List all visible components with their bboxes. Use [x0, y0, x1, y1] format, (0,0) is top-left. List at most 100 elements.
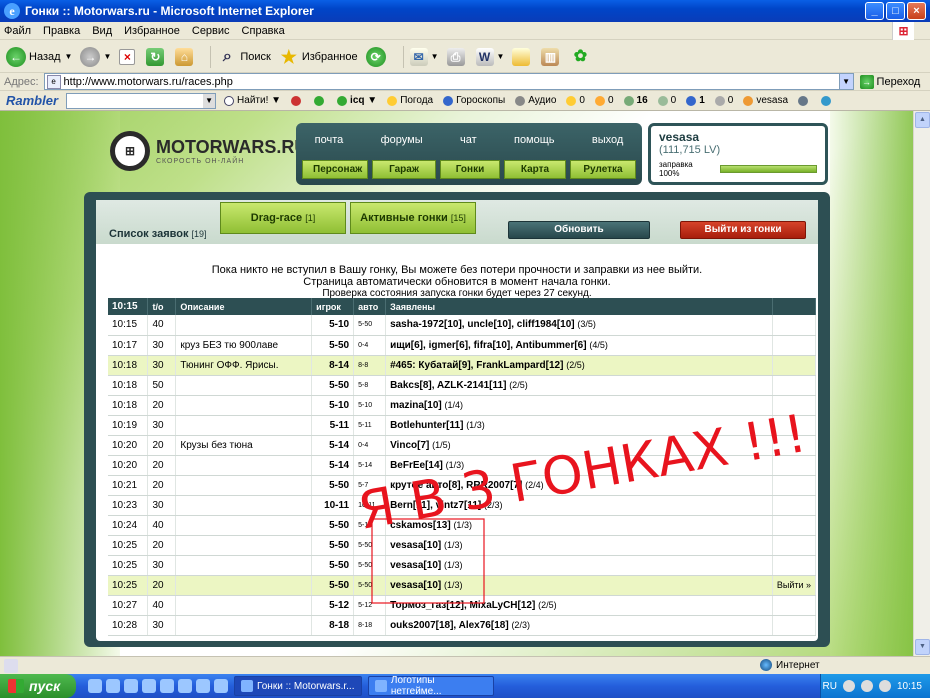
quick-app-icon[interactable]: [160, 679, 174, 693]
row-players[interactable]: BeFrEe[14] (1/3): [385, 455, 773, 476]
row-players[interactable]: ouks2007[18], Alex76[18] (2/3): [385, 615, 773, 636]
history-button[interactable]: ⟳: [365, 46, 389, 67]
scroll-down-icon[interactable]: ▼: [915, 639, 930, 655]
row-players[interactable]: Bakcs[8], AZLK-2141[11] (2/5): [385, 375, 773, 396]
player-list[interactable]: Botlehunter[11]: [390, 420, 463, 431]
refresh-button[interactable]: Обновить: [508, 221, 650, 239]
edit-dropdown-icon[interactable]: ▼: [497, 52, 505, 61]
discuss-button[interactable]: [512, 47, 533, 66]
quick-media-icon[interactable]: [106, 679, 120, 693]
rambler-logo[interactable]: Rambler: [6, 93, 58, 108]
player-list[interactable]: cskamos[13]: [390, 520, 451, 531]
player-list[interactable]: Bern[11], vintz7[11]: [390, 500, 481, 511]
row-players[interactable]: vesasa[10] (1/3): [385, 575, 773, 596]
row-action[interactable]: Выйти »: [772, 575, 817, 596]
menu-edit[interactable]: Правка: [43, 25, 80, 37]
language-indicator[interactable]: RU: [823, 681, 837, 692]
refresh-browser-button[interactable]: ↻: [146, 47, 167, 66]
nav-character[interactable]: Персонаж: [302, 160, 368, 179]
nav-roulette[interactable]: Рулетка: [570, 160, 636, 179]
player-list[interactable]: Vinco[7]: [390, 440, 429, 451]
horoscope-button[interactable]: Гороскопы: [443, 95, 505, 106]
address-dropdown-icon[interactable]: ▼: [838, 74, 853, 89]
quick-app-icon[interactable]: [178, 679, 192, 693]
home-button[interactable]: ⌂: [175, 47, 196, 66]
vertical-scrollbar[interactable]: ▲ ▼: [913, 111, 930, 656]
player-list[interactable]: vesasa[10]: [390, 580, 441, 591]
tray-icon[interactable]: [878, 680, 891, 692]
forward-dropdown-icon[interactable]: ▼: [103, 52, 111, 61]
player-list[interactable]: Bakcs[8], AZLK-2141[11]: [390, 380, 506, 391]
player-list[interactable]: ищи[6], igmer[6], fifra[10], Antibummer[…: [390, 340, 587, 351]
player-list[interactable]: vesasa[10]: [390, 560, 441, 571]
row-players[interactable]: ищи[6], igmer[6], fifra[10], Antibummer[…: [385, 335, 773, 356]
row-players[interactable]: sasha-1972[10], uncle[10], cliff1984[10]…: [385, 315, 773, 336]
tray-icon[interactable]: [860, 680, 873, 692]
nav-races[interactable]: Гонки: [440, 160, 500, 179]
quick-app-icon[interactable]: [142, 679, 156, 693]
search-button[interactable]: ⌕ Поиск: [217, 47, 271, 67]
player-list[interactable]: Тормоз_газ[12], MixaLyCH[12]: [390, 600, 535, 611]
tab-drag-race[interactable]: Drag-race [1]: [220, 202, 346, 234]
nav-forums[interactable]: форумы: [381, 134, 423, 146]
quick-app-icon[interactable]: [214, 679, 228, 693]
nav-chat[interactable]: чат: [460, 134, 477, 146]
nav-garage[interactable]: Гараж: [372, 160, 436, 179]
row-players[interactable]: mazina[10] (1/4): [385, 395, 773, 416]
player-list[interactable]: sasha-1972[10], uncle[10], cliff1984[10]: [390, 319, 575, 330]
row-players[interactable]: vesasa[10] (1/3): [385, 535, 773, 556]
scroll-up-icon[interactable]: ▲: [915, 112, 930, 128]
close-button[interactable]: ×: [907, 2, 926, 20]
stop-button[interactable]: ×: [119, 48, 138, 65]
row-players[interactable]: Тормоз_газ[12], MixaLyCH[12] (2/5): [385, 595, 773, 616]
tab-applications[interactable]: Список заявок [19]: [109, 228, 207, 240]
start-button[interactable]: пуск: [0, 674, 76, 698]
print-button[interactable]: ⎙: [446, 47, 468, 66]
player-list[interactable]: vesasa[10]: [390, 540, 441, 551]
player-list[interactable]: ouks2007[18], Alex76[18]: [390, 620, 509, 631]
back-button[interactable]: ← Назад ▼: [6, 46, 73, 67]
quick-ie-icon[interactable]: [88, 679, 102, 693]
maximize-button[interactable]: □: [886, 2, 905, 20]
player-list[interactable]: mazina[10]: [390, 400, 442, 411]
rambler-find-button[interactable]: Найти! ▼: [224, 95, 281, 106]
counter-other[interactable]: 0: [714, 95, 733, 106]
nav-mail[interactable]: почта: [315, 134, 344, 146]
favorites-button[interactable]: ★ Избранное: [279, 47, 358, 67]
icq-toolbar-button[interactable]: ✿: [570, 47, 593, 67]
row-players[interactable]: #465: Кубатай[9], FrankLampard[12] (2/5): [385, 355, 773, 376]
menu-favorites[interactable]: Избранное: [124, 25, 180, 37]
tray-icon[interactable]: [842, 680, 855, 692]
address-input[interactable]: e http://www.motorwars.ru/races.php ▼: [43, 73, 854, 90]
rambler-search-input[interactable]: ▼: [66, 92, 217, 109]
site-logo[interactable]: ⊞ MOTORWARS.RU СКОРОСТЬ ОН-ЛАЙН: [110, 131, 307, 171]
icq-button[interactable]: icq ▼: [337, 95, 377, 106]
counter-mail[interactable]: 0: [566, 95, 585, 106]
row-players[interactable]: vesasa[10] (1/3): [385, 555, 773, 576]
counter-messages[interactable]: 0: [594, 95, 614, 106]
tab-active-races[interactable]: Активные гонки [15]: [350, 202, 476, 234]
quick-desktop-icon[interactable]: [124, 679, 138, 693]
go-button[interactable]: → Переход: [859, 74, 920, 89]
exit-race-button[interactable]: Выйти из гонки: [680, 221, 806, 239]
nav-map[interactable]: Карта: [504, 160, 566, 179]
player-list[interactable]: крутое авто[8], RRR2007[7]: [390, 480, 522, 491]
weather-button[interactable]: Погода: [387, 95, 433, 106]
rambler-dropdown-icon[interactable]: ▼: [203, 93, 216, 108]
mail-dropdown-icon[interactable]: ▼: [431, 52, 439, 61]
mail-button[interactable]: ✉ ▼: [409, 47, 439, 66]
spell-button[interactable]: [314, 95, 327, 106]
nav-help[interactable]: помощь: [514, 134, 555, 146]
user-name[interactable]: vesasa: [659, 130, 817, 144]
counter-news[interactable]: 1: [686, 95, 705, 106]
back-dropdown-icon[interactable]: ▼: [65, 52, 73, 61]
minimize-button[interactable]: _: [865, 2, 884, 20]
player-list[interactable]: #465: Кубатай[9], FrankLampard[12]: [390, 360, 563, 371]
menu-tools[interactable]: Сервис: [192, 25, 230, 37]
counter-friends[interactable]: 16: [623, 95, 648, 106]
audio-button[interactable]: Аудио: [515, 95, 556, 106]
taskbar-item-logos[interactable]: Логотипы нетгейме...: [368, 675, 494, 697]
forward-button[interactable]: → ▼: [80, 46, 111, 67]
rambler-help-button[interactable]: [821, 95, 834, 106]
edit-button[interactable]: W ▼: [475, 47, 505, 66]
